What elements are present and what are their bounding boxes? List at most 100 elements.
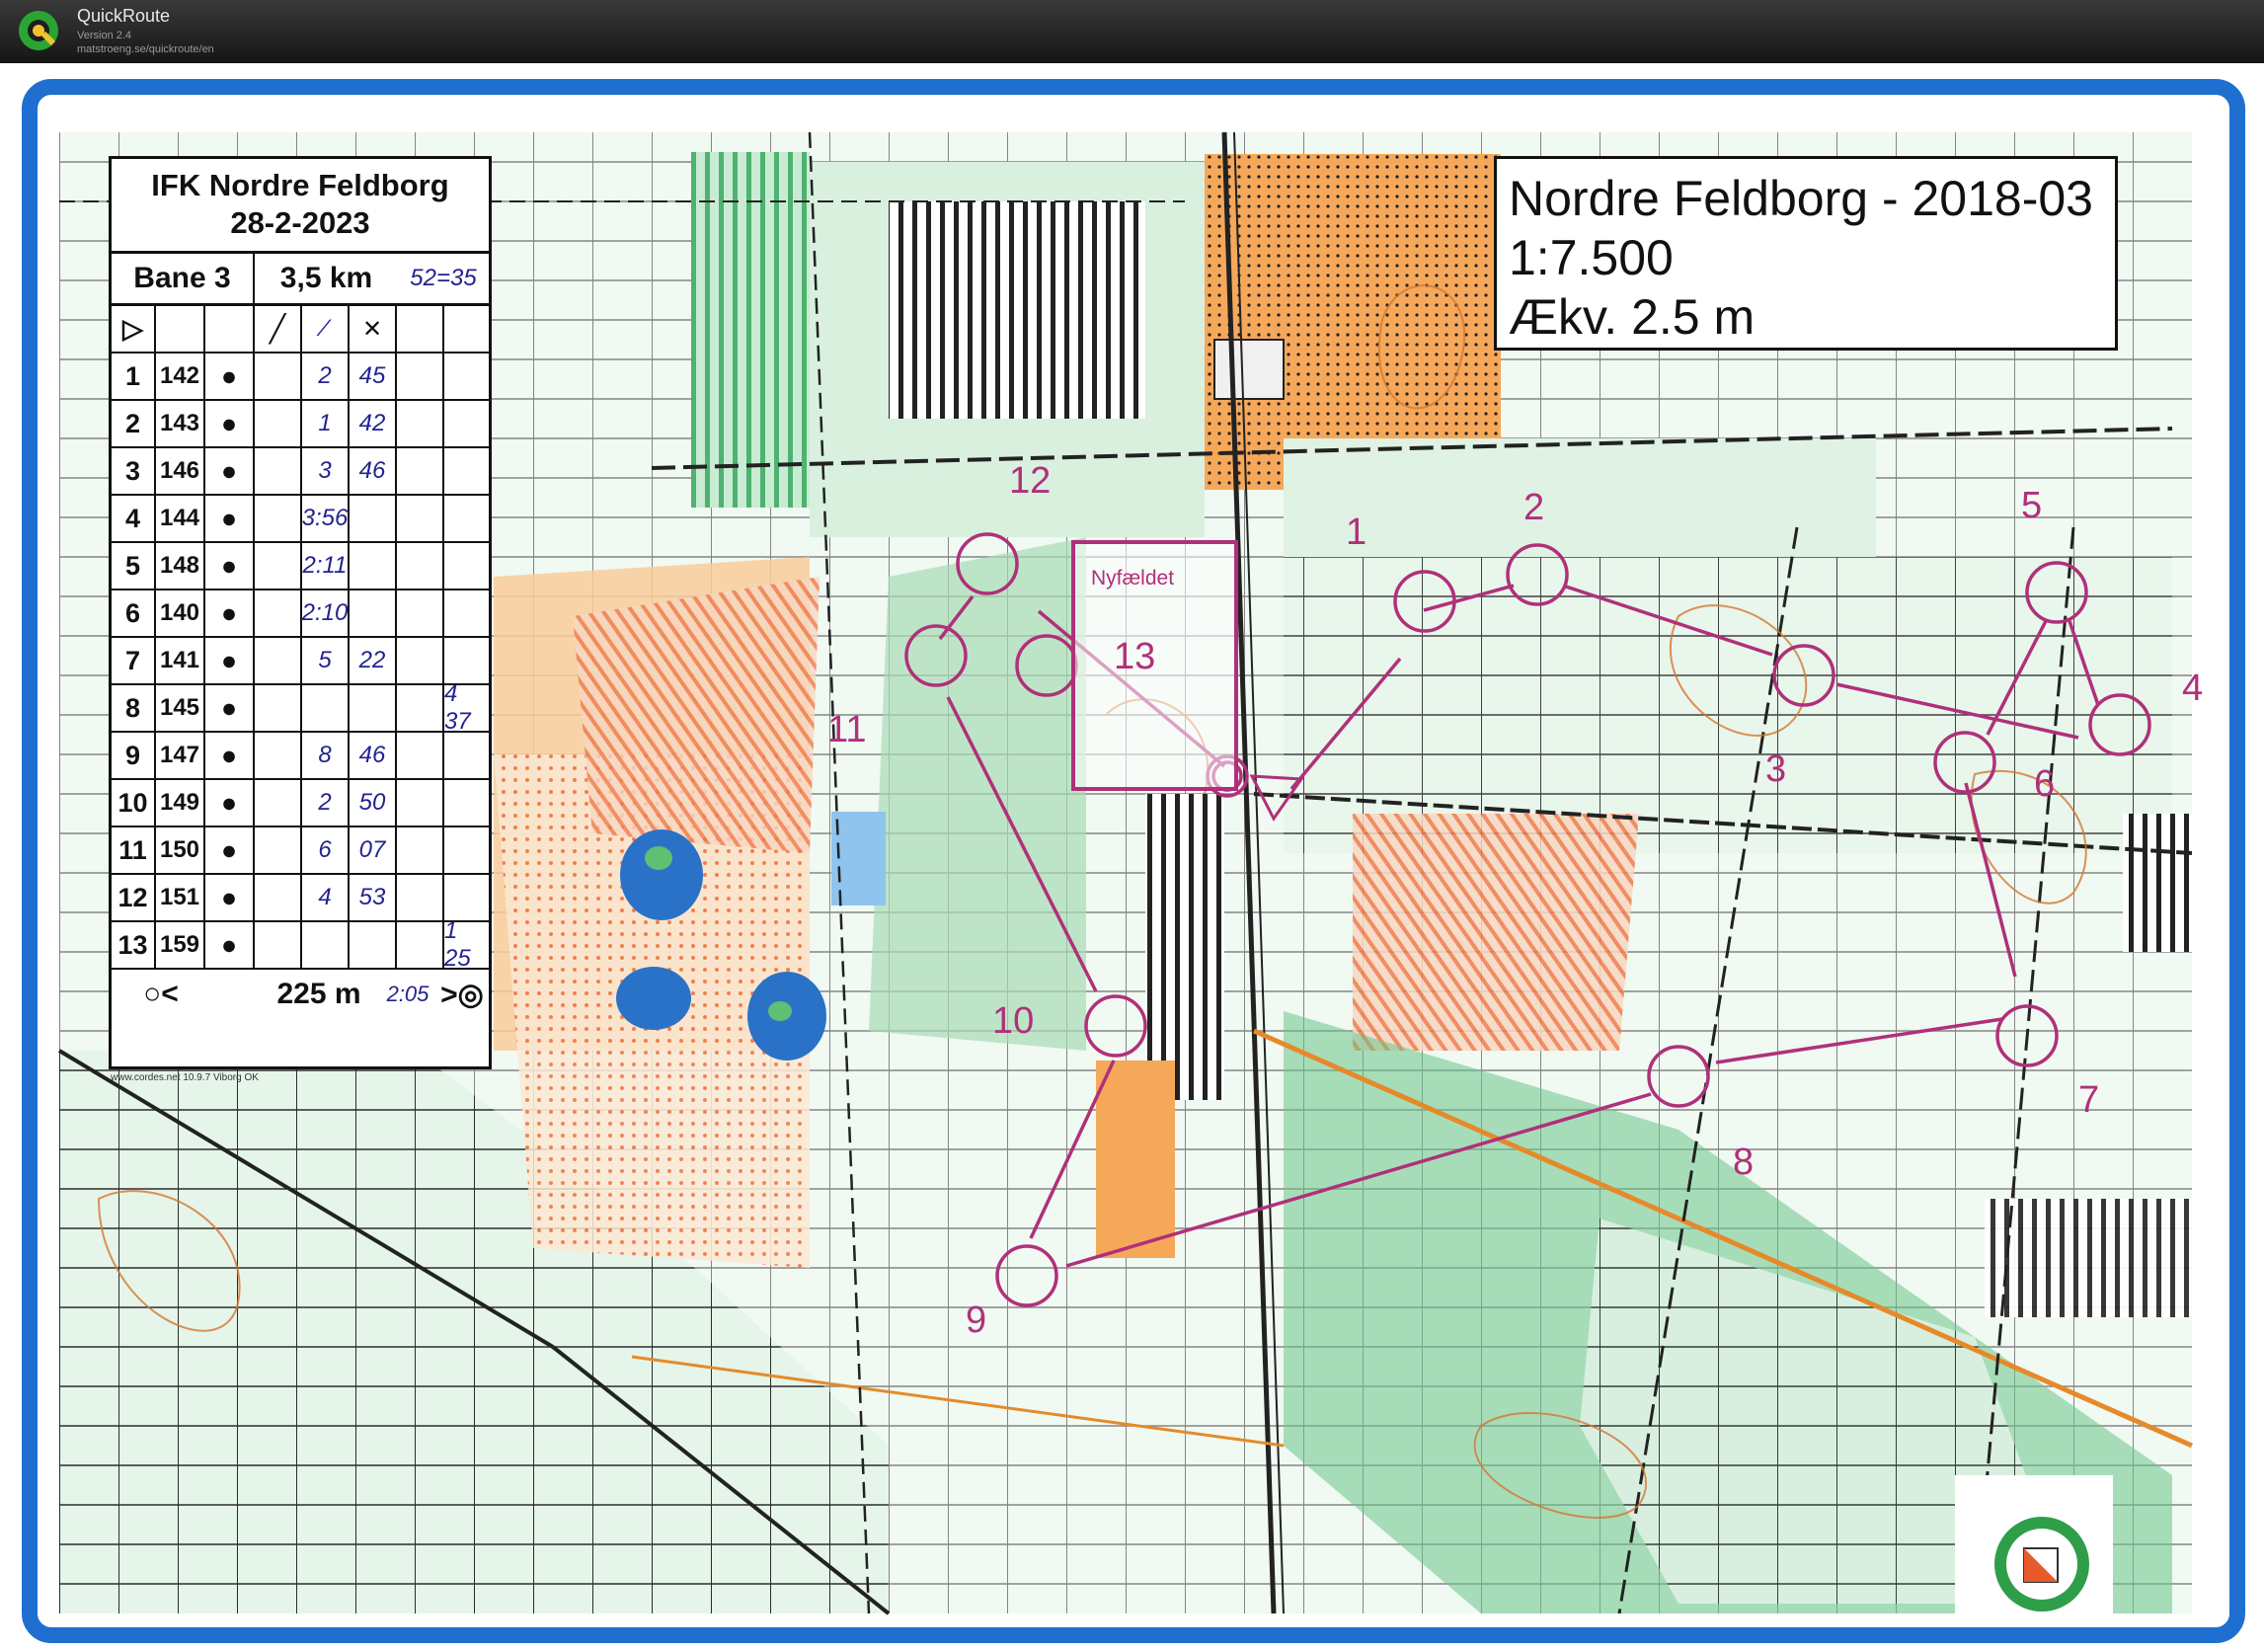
split-seconds: 46 <box>350 733 397 778</box>
extra-split <box>444 590 489 636</box>
finish-row: ○< 225 m 2:05 >◎ <box>112 970 489 1019</box>
app-version: Version 2.4 <box>77 30 132 41</box>
control-number-11: 11 <box>827 709 866 750</box>
feature-symbol-icon: ● <box>205 496 255 541</box>
control-row: 4 144 ● 3:56 <box>112 496 489 543</box>
feature-symbol-icon: ● <box>205 590 255 636</box>
extra-split <box>444 354 489 399</box>
split-minutes: 6 <box>302 827 350 873</box>
control-row: 9 147 ● 8 46 <box>112 733 489 780</box>
detail-symbol-icon <box>255 733 302 778</box>
start-triangle-icon: ▷ <box>112 306 156 352</box>
split-minutes: 8 <box>302 733 350 778</box>
nyfaeldet-label: Nyfældet <box>1091 567 1174 590</box>
control-order: 7 <box>112 638 156 683</box>
control-rows: 1 142 ● 2 45 2 143 ● 1 42 3 146 ● 3 46 4 144 ● 3:56 5 148 ● 2:… <box>112 354 489 972</box>
control-order: 6 <box>112 590 156 636</box>
detail-symbol-icon <box>255 685 302 731</box>
extra-split <box>444 496 489 541</box>
course-name: Bane 3 <box>112 254 255 303</box>
map-credit: www.cordes.net 10.9.7 Viborg OK <box>111 1072 259 1083</box>
position-symbol-icon <box>397 354 444 399</box>
control-code: 145 <box>156 685 205 731</box>
control-number-6: 6 <box>2034 763 2055 805</box>
control-order: 13 <box>112 922 156 968</box>
split-seconds: 22 <box>350 638 397 683</box>
club-name: IFK Nordre Feldborg <box>151 168 449 202</box>
split-minutes: 2:10 <box>302 590 350 636</box>
control-number-8: 8 <box>1733 1141 1754 1183</box>
split-minutes: 3:56 <box>302 496 350 541</box>
split-seconds <box>350 685 397 731</box>
control-code: 140 <box>156 590 205 636</box>
control-number-12: 12 <box>1009 460 1051 502</box>
control-row: 10 149 ● 2 50 <box>112 780 489 827</box>
feature-symbol-icon: ● <box>205 827 255 873</box>
control-row: 2 143 ● 1 42 <box>112 401 489 448</box>
split-seconds: 42 <box>350 401 397 446</box>
detail-symbol-icon <box>255 496 302 541</box>
control-order: 4 <box>112 496 156 541</box>
feature-symbol-icon: ● <box>205 733 255 778</box>
detail-symbol-icon <box>255 780 302 826</box>
split-minutes: 2 <box>302 354 350 399</box>
control-number-13: 13 <box>1114 636 1155 677</box>
control-number-2: 2 <box>1523 487 1544 528</box>
detail-symbol-icon <box>255 827 302 873</box>
total-time: 52=35 <box>410 265 477 291</box>
map-scale: 1:7.500 <box>1509 230 1674 285</box>
control-code: 151 <box>156 875 205 920</box>
control-code: 146 <box>156 448 205 494</box>
split-minutes: 4 <box>302 875 350 920</box>
extra-split <box>444 543 489 589</box>
detail-symbol-icon <box>255 401 302 446</box>
extra-split <box>444 875 489 920</box>
control-code: 143 <box>156 401 205 446</box>
feature-symbol-icon: ● <box>205 780 255 826</box>
position-symbol-icon <box>397 827 444 873</box>
map-title: Nordre Feldborg - 2018-03 <box>1509 171 2093 226</box>
otrack-logo <box>1955 1475 2113 1623</box>
map-viewport[interactable]: Nyfældet 1 2 3 4 5 6 7 8 9 10 11 12 13 N… <box>0 63 2264 1652</box>
finish-distance: 225 m <box>276 978 361 1010</box>
feature-symbol-icon: ● <box>205 638 255 683</box>
app-url[interactable]: matstroeng.se/quickroute/en <box>77 43 214 55</box>
split-seconds <box>350 922 397 968</box>
control-number-3: 3 <box>1765 748 1786 790</box>
split-minutes <box>302 685 350 731</box>
control-order: 3 <box>112 448 156 494</box>
course-row: Bane 3 3,5 km 52=35 <box>112 254 489 306</box>
extra-split <box>444 448 489 494</box>
position-symbol-icon <box>397 448 444 494</box>
control-order: 12 <box>112 875 156 920</box>
split-minutes: 2 <box>302 780 350 826</box>
control-order: 2 <box>112 401 156 446</box>
feature-symbol-icon: ● <box>205 875 255 920</box>
control-description-sheet: IFK Nordre Feldborg 28-2-2023 Bane 3 3,5… <box>109 156 492 1069</box>
position-symbol-icon <box>397 780 444 826</box>
control-row: 11 150 ● 6 07 <box>112 827 489 875</box>
control-row: 1 142 ● 2 45 <box>112 354 489 401</box>
split-seconds <box>350 543 397 589</box>
feature-symbol-icon: ● <box>205 543 255 589</box>
split-minutes: 1 <box>302 401 350 446</box>
control-row: 13 159 ● 1 25 <box>112 917 489 972</box>
quickroute-logo-icon <box>19 11 58 50</box>
detail-symbol-icon <box>255 922 302 968</box>
split-seconds <box>350 590 397 636</box>
otrack-logo-icon <box>1994 1517 2089 1612</box>
control-row: 6 140 ● 2:10 <box>112 590 489 638</box>
split-minutes <box>302 922 350 968</box>
control-row: 8 145 ● 4 37 <box>112 680 489 735</box>
extra-split <box>444 638 489 683</box>
title-bar: QuickRoute Version 2.4 matstroeng.se/qui… <box>0 0 2264 63</box>
control-number-7: 7 <box>2078 1079 2099 1121</box>
detail-symbol-icon <box>255 638 302 683</box>
map-info-box: Nordre Feldborg - 2018-03 1:7.500 Ækv. 2… <box>1494 156 2118 351</box>
event-date: 28-2-2023 <box>230 205 370 240</box>
extra-split <box>444 780 489 826</box>
feature-symbol-icon: ● <box>205 401 255 446</box>
finish-arrow-icon: ○< <box>143 978 179 1010</box>
control-number-4: 4 <box>2182 668 2203 709</box>
extra-split: 1 25 <box>444 917 471 972</box>
